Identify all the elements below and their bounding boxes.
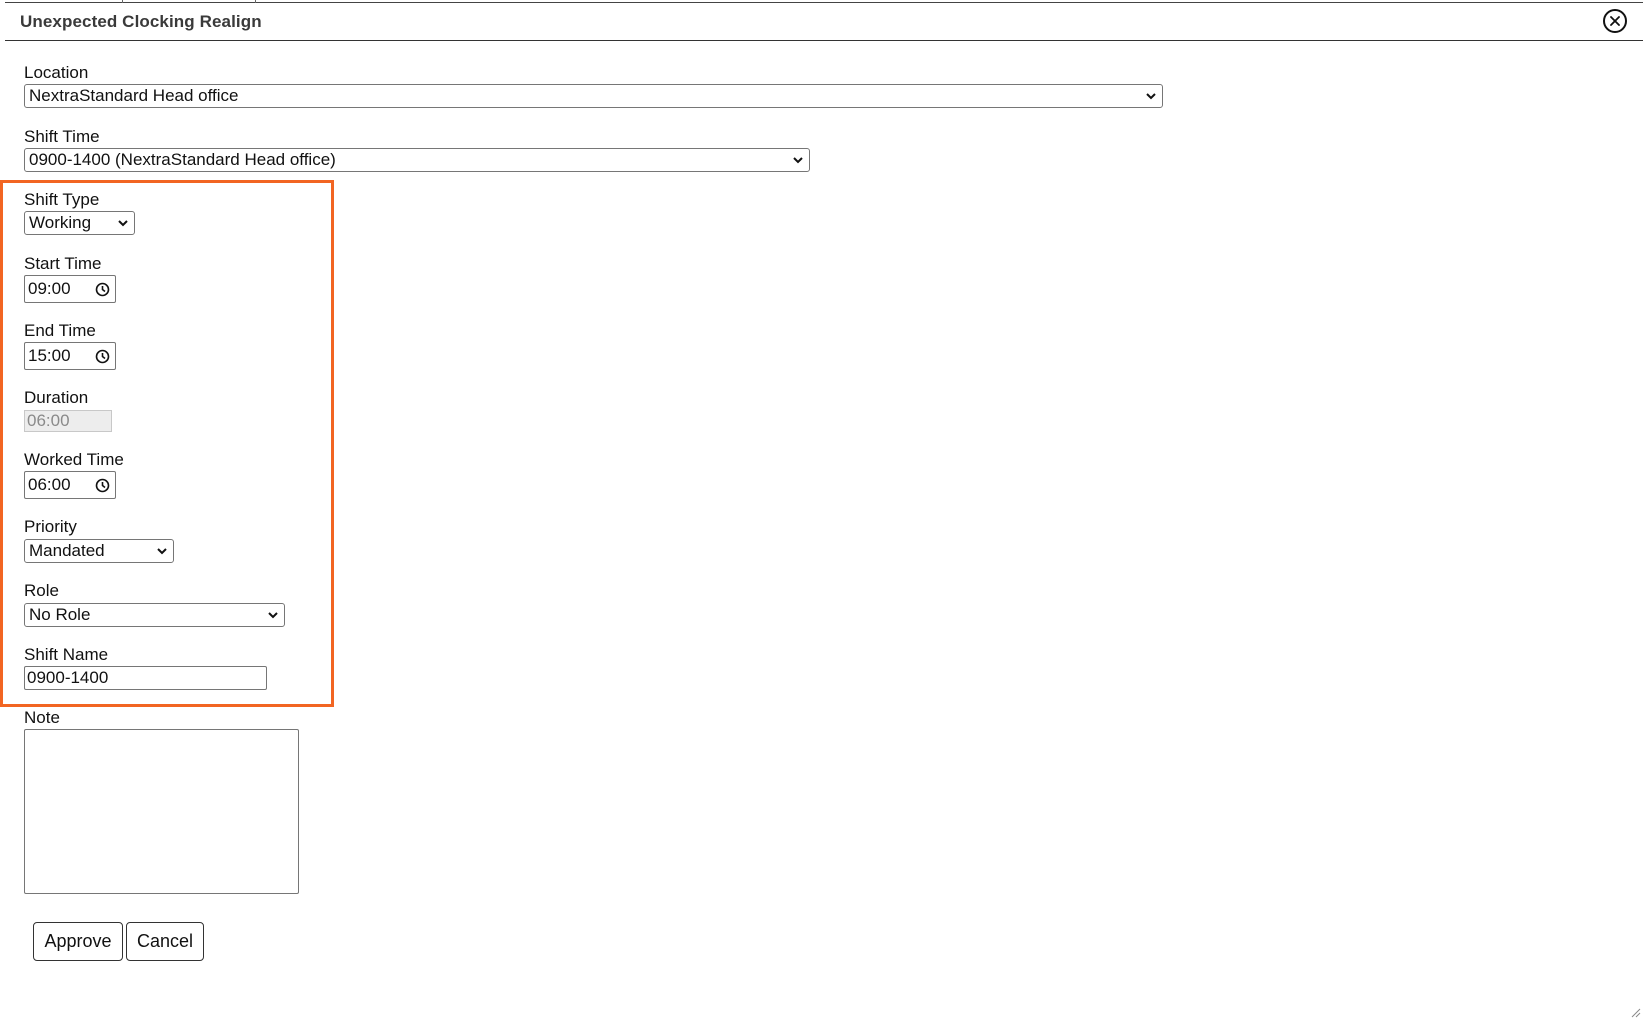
end-time-label: End Time — [24, 321, 96, 340]
location-label: Location — [24, 63, 89, 82]
start-time-input[interactable]: 09:00 — [24, 275, 116, 303]
dialog-title: Unexpected Clocking Realign — [20, 12, 262, 31]
dialog-header: Unexpected Clocking Realign — [5, 3, 1643, 41]
priority-label: Priority — [24, 517, 77, 536]
shift-type-label: Shift Type — [24, 190, 100, 209]
end-time-input[interactable]: 15:00 — [24, 342, 116, 370]
clock-icon[interactable] — [95, 282, 110, 297]
worked-time-input[interactable]: 06:00 — [24, 471, 116, 499]
shift-type-value: Working — [29, 213, 92, 232]
approve-button[interactable]: Approve — [33, 922, 123, 961]
priority-select[interactable]: Mandated — [24, 539, 174, 563]
location-value: NextraStandard Head office — [29, 86, 239, 105]
shift-name-value: 0900-1400 — [27, 668, 109, 687]
chevron-down-icon — [268, 612, 278, 619]
duration-label: Duration — [24, 388, 89, 407]
worked-time-label: Worked Time — [24, 450, 124, 469]
duration-field: 06:00 — [24, 410, 112, 432]
start-time-label: Start Time — [24, 254, 102, 273]
worked-time-value: 06:00 — [28, 475, 71, 494]
shift-time-label: Shift Time — [24, 127, 100, 146]
realign-dialog: Unexpected Clocking Realign Location Nex… — [0, 0, 1643, 1020]
shift-name-input[interactable]: 0900-1400 — [24, 666, 267, 690]
chevron-down-icon — [793, 157, 803, 164]
shift-type-select[interactable]: Working — [24, 211, 135, 235]
location-select[interactable]: NextraStandard Head office — [24, 84, 1163, 108]
shift-time-value: 0900-1400 (NextraStandard Head office) — [29, 150, 336, 169]
end-time-value: 15:00 — [28, 346, 71, 365]
resize-grip-icon[interactable] — [1631, 1008, 1641, 1018]
role-value: No Role — [29, 605, 91, 624]
chevron-down-icon — [1146, 93, 1156, 100]
cancel-button[interactable]: Cancel — [126, 922, 204, 961]
role-select[interactable]: No Role — [24, 603, 285, 627]
clock-icon[interactable] — [95, 349, 110, 364]
role-label: Role — [24, 581, 59, 600]
note-label: Note — [24, 708, 60, 727]
clock-icon[interactable] — [95, 478, 110, 493]
note-textarea[interactable] — [24, 729, 299, 894]
chevron-down-icon — [118, 220, 128, 227]
close-icon — [1610, 16, 1620, 26]
close-button[interactable] — [1603, 9, 1627, 33]
start-time-value: 09:00 — [28, 279, 71, 298]
shift-time-select[interactable]: 0900-1400 (NextraStandard Head office) — [24, 148, 810, 172]
priority-value: Mandated — [29, 541, 105, 560]
shift-name-label: Shift Name — [24, 645, 109, 664]
duration-value: 06:00 — [27, 411, 70, 430]
chevron-down-icon — [157, 548, 167, 555]
